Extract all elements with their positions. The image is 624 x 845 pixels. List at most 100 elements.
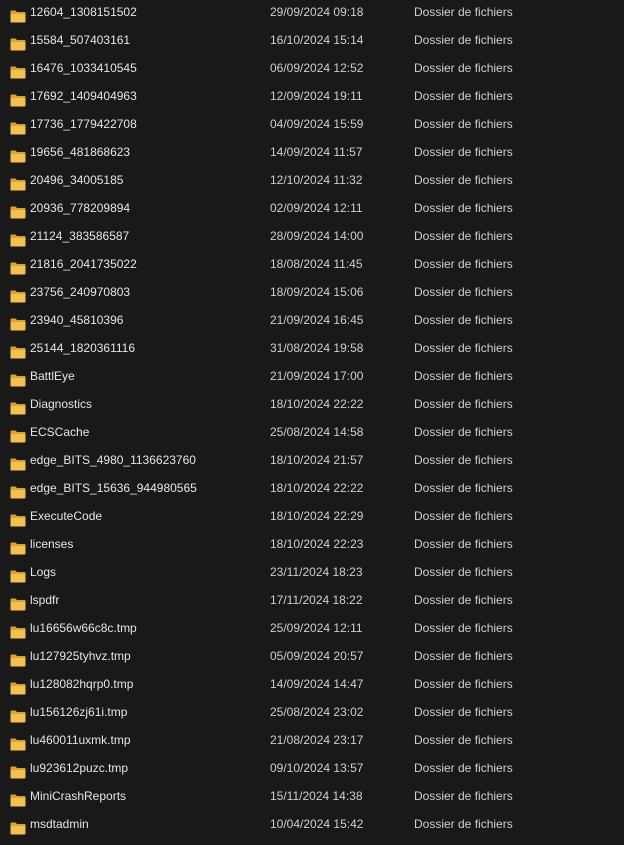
folder-icon — [10, 285, 26, 303]
file-type: Dossier de fichiers — [414, 313, 513, 327]
list-item[interactable]: 21124_383586587 28/09/2024 14:00 Dossier… — [0, 222, 624, 250]
file-type: Dossier de fichiers — [414, 5, 513, 19]
list-item[interactable]: msdtadmin 10/04/2024 15:42 Dossier de fi… — [0, 810, 624, 838]
modified-date: 12/09/2024 19:11 — [270, 89, 363, 103]
modified-date: 21/09/2024 16:45 — [270, 313, 364, 327]
modified-date: 25/09/2024 12:11 — [270, 621, 363, 635]
file-type: Dossier de fichiers — [414, 453, 513, 467]
file-name: 23940_45810396 — [30, 313, 124, 327]
file-name: lu156126zj61i.tmp — [30, 705, 128, 719]
modified-date: 18/08/2024 11:45 — [270, 257, 363, 271]
list-item[interactable]: lu156126zj61i.tmp 25/08/2024 23:02 Dossi… — [0, 698, 624, 726]
list-item[interactable]: lu127925tyhvz.tmp 05/09/2024 20:57 Dossi… — [0, 642, 624, 670]
file-name: lu16656w66c8c.tmp — [30, 621, 137, 635]
file-name: 21816_2041735022 — [30, 257, 137, 271]
folder-icon — [10, 733, 26, 751]
file-name: lu127925tyhvz.tmp — [30, 649, 131, 663]
file-name: Diagnostics — [30, 397, 93, 411]
folder-icon — [10, 61, 26, 79]
file-name: 20496_34005185 — [30, 173, 124, 187]
file-name: 17736_1779422708 — [30, 117, 137, 131]
list-item[interactable]: MiniCrashReports 15/11/2024 14:38 Dossie… — [0, 782, 624, 810]
folder-icon — [10, 145, 26, 163]
folder-icon — [10, 257, 26, 275]
file-type: Dossier de fichiers — [414, 425, 513, 439]
modified-date: 06/09/2024 12:52 — [270, 61, 364, 75]
folder-icon — [10, 789, 26, 807]
file-name: MiniCrashReports — [30, 789, 127, 803]
file-type: Dossier de fichiers — [414, 677, 513, 691]
folder-icon — [10, 369, 26, 387]
folder-icon — [10, 817, 26, 835]
list-item[interactable]: 25144_1820361116 31/08/2024 19:58 Dossie… — [0, 334, 624, 362]
file-type: Dossier de fichiers — [414, 621, 513, 635]
modified-date: 18/09/2024 15:06 — [270, 285, 364, 299]
list-item[interactable]: 23940_45810396 21/09/2024 16:45 Dossier … — [0, 306, 624, 334]
modified-date: 02/09/2024 12:11 — [270, 201, 363, 215]
modified-date: 23/11/2024 18:23 — [270, 565, 363, 579]
list-item[interactable]: edge_BITS_4980_1136623760 18/10/2024 21:… — [0, 446, 624, 474]
folder-icon — [10, 481, 26, 499]
list-item[interactable]: lu460011uxmk.tmp 21/08/2024 23:17 Dossie… — [0, 726, 624, 754]
modified-date: 09/10/2024 13:57 — [270, 761, 364, 775]
list-item[interactable]: 20936_778209894 02/09/2024 12:11 Dossier… — [0, 194, 624, 222]
file-type: Dossier de fichiers — [414, 173, 513, 187]
modified-date: 04/09/2024 15:59 — [270, 117, 364, 131]
modified-date: 18/10/2024 22:23 — [270, 537, 364, 551]
list-item[interactable]: 21816_2041735022 18/08/2024 11:45 Dossie… — [0, 250, 624, 278]
list-item[interactable]: lu16656w66c8c.tmp 25/09/2024 12:11 Dossi… — [0, 614, 624, 642]
modified-date: 28/09/2024 14:00 — [270, 229, 364, 243]
list-item[interactable]: 19656_481868623 14/09/2024 11:57 Dossier… — [0, 138, 624, 166]
modified-date: 21/09/2024 17:00 — [270, 369, 364, 383]
file-name: 21124_383586587 — [30, 229, 130, 243]
list-item[interactable]: 23756_240970803 18/09/2024 15:06 Dossier… — [0, 278, 624, 306]
file-type: Dossier de fichiers — [414, 397, 513, 411]
modified-date: 16/10/2024 15:14 — [270, 33, 364, 47]
list-item[interactable]: 12604_1308151502 29/09/2024 09:18 Dossie… — [0, 0, 624, 26]
list-item[interactable]: Diagnostics 18/10/2024 22:22 Dossier de … — [0, 390, 624, 418]
modified-date: 17/11/2024 18:22 — [270, 593, 363, 607]
modified-date: 14/09/2024 11:57 — [270, 145, 363, 159]
list-item[interactable]: 17692_1409404963 12/09/2024 19:11 Dossie… — [0, 82, 624, 110]
file-name: Logs — [30, 565, 57, 579]
file-name: lu460011uxmk.tmp — [30, 733, 131, 747]
list-item[interactable]: 15584_507403161 16/10/2024 15:14 Dossier… — [0, 26, 624, 54]
folder-icon — [10, 509, 26, 527]
file-name: 16476_1033410545 — [30, 61, 137, 75]
modified-date: 31/08/2024 19:58 — [270, 341, 364, 355]
file-type: Dossier de fichiers — [414, 593, 513, 607]
file-type: Dossier de fichiers — [414, 145, 513, 159]
file-name: ExecuteCode — [30, 509, 103, 523]
folder-icon — [10, 201, 26, 219]
list-item[interactable]: 16476_1033410545 06/09/2024 12:52 Dossie… — [0, 54, 624, 82]
modified-date: 14/09/2024 14:47 — [270, 677, 364, 691]
file-name: lu923612puzc.tmp — [30, 761, 129, 775]
list-item[interactable]: 20496_34005185 12/10/2024 11:32 Dossier … — [0, 166, 624, 194]
file-type: Dossier de fichiers — [414, 733, 513, 747]
folder-icon — [10, 313, 26, 331]
folder-icon — [10, 341, 26, 359]
file-name: 12604_1308151502 — [30, 5, 137, 19]
file-type: Dossier de fichiers — [414, 117, 513, 131]
list-item[interactable]: edge_BITS_15636_944980565 18/10/2024 22:… — [0, 474, 624, 502]
file-name: licenses — [30, 537, 74, 551]
list-item[interactable]: lu923612puzc.tmp 09/10/2024 13:57 Dossie… — [0, 754, 624, 782]
modified-date: 18/10/2024 22:22 — [270, 397, 364, 411]
list-item[interactable]: BattlEye 21/09/2024 17:00 Dossier de fic… — [0, 362, 624, 390]
list-item[interactable]: lu128082hqrp0.tmp 14/09/2024 14:47 Dossi… — [0, 670, 624, 698]
file-type: Dossier de fichiers — [414, 649, 513, 663]
file-name: BattlEye — [30, 369, 75, 383]
file-type: Dossier de fichiers — [414, 481, 513, 495]
folder-icon — [10, 33, 26, 51]
list-item[interactable]: 17736_1779422708 04/09/2024 15:59 Dossie… — [0, 110, 624, 138]
file-type: Dossier de fichiers — [414, 285, 513, 299]
file-name: msdtadmin — [30, 817, 89, 831]
list-item[interactable]: lspdfr 17/11/2024 18:22 Dossier de fichi… — [0, 586, 624, 614]
list-item[interactable]: ExecuteCode 18/10/2024 22:29 Dossier de … — [0, 502, 624, 530]
list-item[interactable]: Logs 23/11/2024 18:23 Dossier de fichier… — [0, 558, 624, 586]
modified-date: 18/10/2024 22:29 — [270, 509, 364, 523]
file-name: 23756_240970803 — [30, 285, 131, 299]
list-item[interactable]: licenses 18/10/2024 22:23 Dossier de fic… — [0, 530, 624, 558]
file-name: 19656_481868623 — [30, 145, 131, 159]
list-item[interactable]: ECSCache 25/08/2024 14:58 Dossier de fic… — [0, 418, 624, 446]
